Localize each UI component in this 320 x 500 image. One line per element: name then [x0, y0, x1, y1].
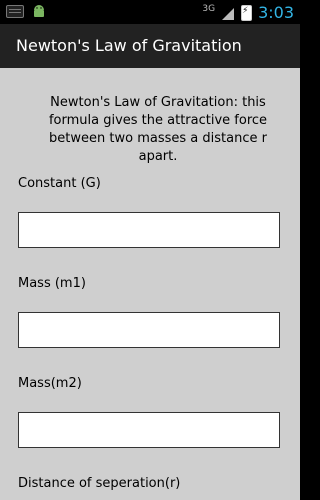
mass2-label: Mass(m2) — [18, 376, 82, 391]
signal-icon — [221, 6, 235, 20]
mass1-label: Mass (m1) — [18, 276, 86, 291]
mass1-input[interactable] — [18, 312, 280, 348]
form-content[interactable]: Newton's Law of Gravitation: this formul… — [0, 68, 300, 500]
action-bar: Newton's Law of Gravitation — [0, 24, 300, 69]
formula-description: Newton's Law of Gravitation: this formul… — [48, 95, 268, 164]
constant-input[interactable] — [18, 212, 280, 248]
keyboard-icon — [6, 4, 24, 18]
notification-icons — [6, 4, 46, 18]
system-icons: 3G 3:03 — [202, 3, 294, 22]
network-type: 3G — [202, 3, 216, 14]
distance-label: Distance of seperation(r) — [18, 476, 181, 491]
app-title: Newton's Law of Gravitation — [16, 36, 242, 55]
battery-icon — [241, 4, 253, 21]
status-clock: 3:03 — [258, 3, 294, 22]
constant-label: Constant (G) — [18, 176, 101, 191]
android-icon — [32, 4, 46, 18]
mass2-input[interactable] — [18, 412, 280, 448]
status-bar: 3G 3:03 — [0, 0, 300, 24]
